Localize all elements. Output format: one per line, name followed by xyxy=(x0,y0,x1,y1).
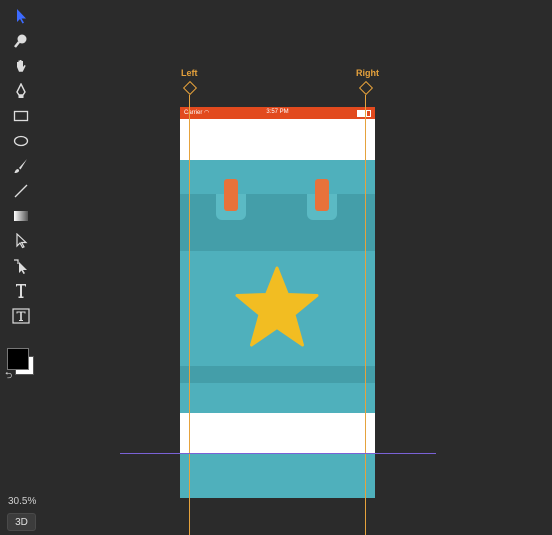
header-area xyxy=(180,119,375,160)
path-select-tool-icon[interactable] xyxy=(9,255,33,277)
tool-panel: ⮌ 30.5% 3D xyxy=(0,0,42,535)
binder-ring-left xyxy=(224,179,238,211)
right-guide-line[interactable] xyxy=(365,95,366,535)
right-guide-label: Right xyxy=(356,68,379,78)
calendar-footer-band xyxy=(180,366,375,383)
horizontal-guide-line[interactable] xyxy=(120,453,436,454)
star-icon xyxy=(235,266,319,347)
brush-tool-icon[interactable] xyxy=(9,155,33,177)
rectangle-tool-icon[interactable] xyxy=(9,105,33,127)
hand-tool-icon[interactable] xyxy=(9,55,33,77)
zoom-level: 30.5% xyxy=(8,496,37,507)
right-guide-handle[interactable] xyxy=(358,80,374,96)
pen-tool-icon[interactable] xyxy=(9,80,33,102)
zoom-tool-icon[interactable] xyxy=(9,30,33,52)
footer-area xyxy=(180,413,375,453)
swap-colors-icon[interactable]: ⮌ xyxy=(5,368,12,384)
left-guide-label: Left xyxy=(181,68,198,78)
gradient-tool-icon[interactable] xyxy=(9,205,33,227)
move-tool-icon[interactable] xyxy=(9,5,33,27)
binder-ring-right xyxy=(315,179,329,211)
foreground-color-swatch[interactable] xyxy=(7,348,29,370)
line-tool-icon[interactable] xyxy=(9,180,33,202)
status-time: 3:57 PM xyxy=(266,109,289,115)
type-tool-icon[interactable] xyxy=(9,280,33,302)
direct-select-tool-icon[interactable] xyxy=(9,230,33,252)
battery-icon xyxy=(357,110,371,117)
status-bar: Carrier ◠ 3:57 PM xyxy=(180,107,375,119)
artboard: Carrier ◠ 3:57 PM xyxy=(180,107,375,498)
left-guide-handle[interactable] xyxy=(182,80,198,96)
3d-button[interactable]: 3D xyxy=(7,513,36,531)
ellipse-tool-icon[interactable] xyxy=(9,130,33,152)
text-box-tool-icon[interactable] xyxy=(9,305,33,327)
left-guide-line[interactable] xyxy=(189,95,190,535)
calendar-header-band xyxy=(180,194,375,251)
